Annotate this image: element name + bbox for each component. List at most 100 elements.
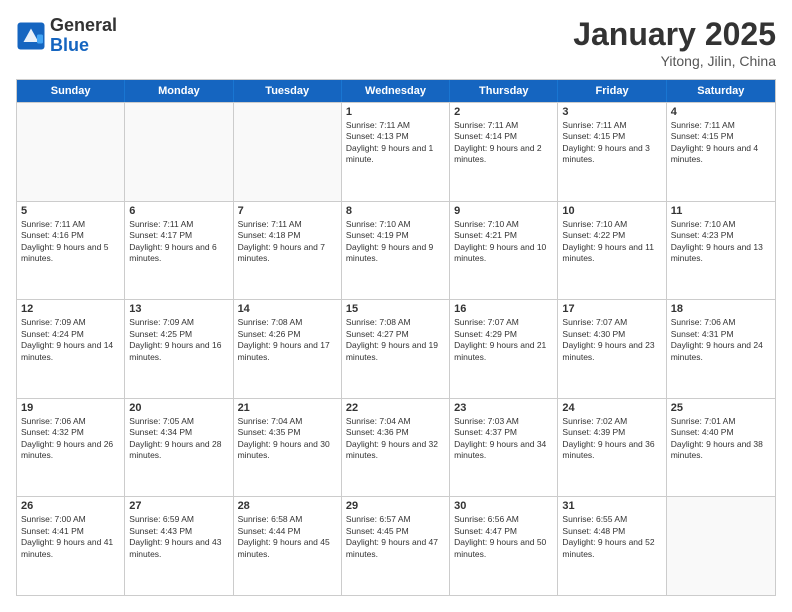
day-number: 13 [129,303,228,315]
calendar-row-1: 5 Sunrise: 7:11 AMSunset: 4:16 PMDaylight… [17,201,775,300]
cal-cell-empty-0-2 [234,103,342,201]
day-info: Sunrise: 6:55 AMSunset: 4:48 PMDaylight:… [562,514,661,560]
cal-cell-empty-4-6 [667,497,775,595]
cal-cell-24: 24Sunrise: 7:02 AMSunset: 4:39 PMDayligh… [558,399,666,497]
calendar-row-2: 12 Sunrise: 7:09 AMSunset: 4:24 PMDayligh… [17,299,775,398]
month-title: January 2025 [573,16,776,53]
day-number: 27 [129,500,228,512]
cal-cell-13: 13 Sunrise: 7:09 AMSunset: 4:25 PMDayligh… [125,300,233,398]
cal-cell-4: 4 Sunrise: 7:11 AMSunset: 4:15 PMDaylight… [667,103,775,201]
day-number: 23 [454,402,553,414]
day-info: Sunrise: 7:06 AMSunset: 4:31 PMDaylight:… [671,317,771,363]
day-number: 16 [454,303,553,315]
header-day-wednesday: Wednesday [342,80,450,102]
cal-cell-2: 2Sunrise: 7:11 AMSunset: 4:14 PMDaylight… [450,103,558,201]
day-info: Sunrise: 7:11 AMSunset: 4:15 PMDaylight:… [562,120,661,166]
day-info: Sunrise: 7:09 AMSunset: 4:24 PMDaylight:… [21,317,120,363]
day-number: 30 [454,500,553,512]
cal-cell-25: 25Sunrise: 7:01 AMSunset: 4:40 PMDayligh… [667,399,775,497]
day-info: Sunrise: 7:03 AMSunset: 4:37 PMDaylight:… [454,416,553,462]
header-day-monday: Monday [125,80,233,102]
cal-cell-18: 18Sunrise: 7:06 AMSunset: 4:31 PMDayligh… [667,300,775,398]
day-info: Sunrise: 7:07 AMSunset: 4:30 PMDaylight:… [562,317,661,363]
cal-cell-empty-0-0 [17,103,125,201]
calendar-row-4: 26 Sunrise: 7:00 AMSunset: 4:41 PMDayligh… [17,496,775,595]
cal-cell-7: 7 Sunrise: 7:11 AMSunset: 4:18 PMDaylight… [234,202,342,300]
logo-general: General [50,16,117,36]
cal-cell-30: 30Sunrise: 6:56 AMSunset: 4:47 PMDayligh… [450,497,558,595]
cal-cell-1: 1 Sunrise: 7:11 AMSunset: 4:13 PMDaylight… [342,103,450,201]
day-number: 28 [238,500,337,512]
cal-cell-8: 8 Sunrise: 7:10 AMSunset: 4:19 PMDaylight… [342,202,450,300]
cal-cell-empty-0-1 [125,103,233,201]
day-info: Sunrise: 6:59 AMSunset: 4:43 PMDaylight:… [129,514,228,560]
cal-cell-31: 31 Sunrise: 6:55 AMSunset: 4:48 PMDayligh… [558,497,666,595]
title-block: January 2025 Yitong, Jilin, China [573,16,776,69]
day-info: Sunrise: 7:11 AMSunset: 4:15 PMDaylight:… [671,120,771,166]
day-info: Sunrise: 7:10 AMSunset: 4:22 PMDaylight:… [562,219,661,265]
logo-icon [16,21,46,51]
day-info: Sunrise: 7:11 AMSunset: 4:13 PMDaylight:… [346,120,445,166]
header-day-saturday: Saturday [667,80,775,102]
cal-cell-6: 6 Sunrise: 7:11 AMSunset: 4:17 PMDaylight… [125,202,233,300]
day-info: Sunrise: 7:10 AMSunset: 4:23 PMDaylight:… [671,219,771,265]
day-number: 11 [671,205,771,217]
location: Yitong, Jilin, China [573,53,776,69]
day-number: 20 [129,402,228,414]
day-info: Sunrise: 7:08 AMSunset: 4:26 PMDaylight:… [238,317,337,363]
cal-cell-21: 21Sunrise: 7:04 AMSunset: 4:35 PMDayligh… [234,399,342,497]
day-info: Sunrise: 7:10 AMSunset: 4:19 PMDaylight:… [346,219,445,265]
day-info: Sunrise: 7:07 AMSunset: 4:29 PMDaylight:… [454,317,553,363]
day-number: 26 [21,500,120,512]
cal-cell-26: 26 Sunrise: 7:00 AMSunset: 4:41 PMDayligh… [17,497,125,595]
day-number: 12 [21,303,120,315]
day-number: 29 [346,500,445,512]
day-info: Sunrise: 7:11 AMSunset: 4:17 PMDaylight:… [129,219,228,265]
day-number: 10 [562,205,661,217]
day-info: Sunrise: 7:05 AMSunset: 4:34 PMDaylight:… [129,416,228,462]
day-number: 21 [238,402,337,414]
day-number: 4 [671,106,771,118]
day-number: 9 [454,205,553,217]
day-number: 31 [562,500,661,512]
day-number: 24 [562,402,661,414]
day-number: 7 [238,205,337,217]
day-info: Sunrise: 6:57 AMSunset: 4:45 PMDaylight:… [346,514,445,560]
cal-cell-11: 11 Sunrise: 7:10 AMSunset: 4:23 PMDayligh… [667,202,775,300]
calendar-row-3: 19Sunrise: 7:06 AMSunset: 4:32 PMDayligh… [17,398,775,497]
cal-cell-17: 17Sunrise: 7:07 AMSunset: 4:30 PMDayligh… [558,300,666,398]
header: General Blue January 2025 Yitong, Jilin,… [16,16,776,69]
day-number: 5 [21,205,120,217]
day-number: 25 [671,402,771,414]
calendar-page: General Blue January 2025 Yitong, Jilin,… [0,0,792,612]
header-day-sunday: Sunday [17,80,125,102]
cal-cell-15: 15 Sunrise: 7:08 AMSunset: 4:27 PMDayligh… [342,300,450,398]
day-info: Sunrise: 7:11 AMSunset: 4:18 PMDaylight:… [238,219,337,265]
logo-blue: Blue [50,36,117,56]
cal-cell-19: 19Sunrise: 7:06 AMSunset: 4:32 PMDayligh… [17,399,125,497]
day-info: Sunrise: 7:10 AMSunset: 4:21 PMDaylight:… [454,219,553,265]
header-day-tuesday: Tuesday [234,80,342,102]
day-info: Sunrise: 7:04 AMSunset: 4:36 PMDaylight:… [346,416,445,462]
calendar-body: 1 Sunrise: 7:11 AMSunset: 4:13 PMDaylight… [17,102,775,595]
cal-cell-20: 20 Sunrise: 7:05 AMSunset: 4:34 PMDayligh… [125,399,233,497]
day-number: 15 [346,303,445,315]
logo-text: General Blue [50,16,117,56]
cal-cell-9: 9 Sunrise: 7:10 AMSunset: 4:21 PMDaylight… [450,202,558,300]
day-info: Sunrise: 7:11 AMSunset: 4:14 PMDaylight:… [454,120,553,166]
cal-cell-22: 22Sunrise: 7:04 AMSunset: 4:36 PMDayligh… [342,399,450,497]
day-info: Sunrise: 7:11 AMSunset: 4:16 PMDaylight:… [21,219,120,265]
day-info: Sunrise: 7:00 AMSunset: 4:41 PMDaylight:… [21,514,120,560]
day-number: 6 [129,205,228,217]
day-number: 1 [346,106,445,118]
cal-cell-16: 16 Sunrise: 7:07 AMSunset: 4:29 PMDayligh… [450,300,558,398]
calendar-row-0: 1 Sunrise: 7:11 AMSunset: 4:13 PMDaylight… [17,102,775,201]
cal-cell-29: 29 Sunrise: 6:57 AMSunset: 4:45 PMDayligh… [342,497,450,595]
day-info: Sunrise: 7:09 AMSunset: 4:25 PMDaylight:… [129,317,228,363]
cal-cell-14: 14Sunrise: 7:08 AMSunset: 4:26 PMDayligh… [234,300,342,398]
day-number: 8 [346,205,445,217]
cal-cell-3: 3Sunrise: 7:11 AMSunset: 4:15 PMDaylight… [558,103,666,201]
day-info: Sunrise: 7:06 AMSunset: 4:32 PMDaylight:… [21,416,120,462]
calendar: SundayMondayTuesdayWednesdayThursdayFrid… [16,79,776,596]
day-info: Sunrise: 7:08 AMSunset: 4:27 PMDaylight:… [346,317,445,363]
